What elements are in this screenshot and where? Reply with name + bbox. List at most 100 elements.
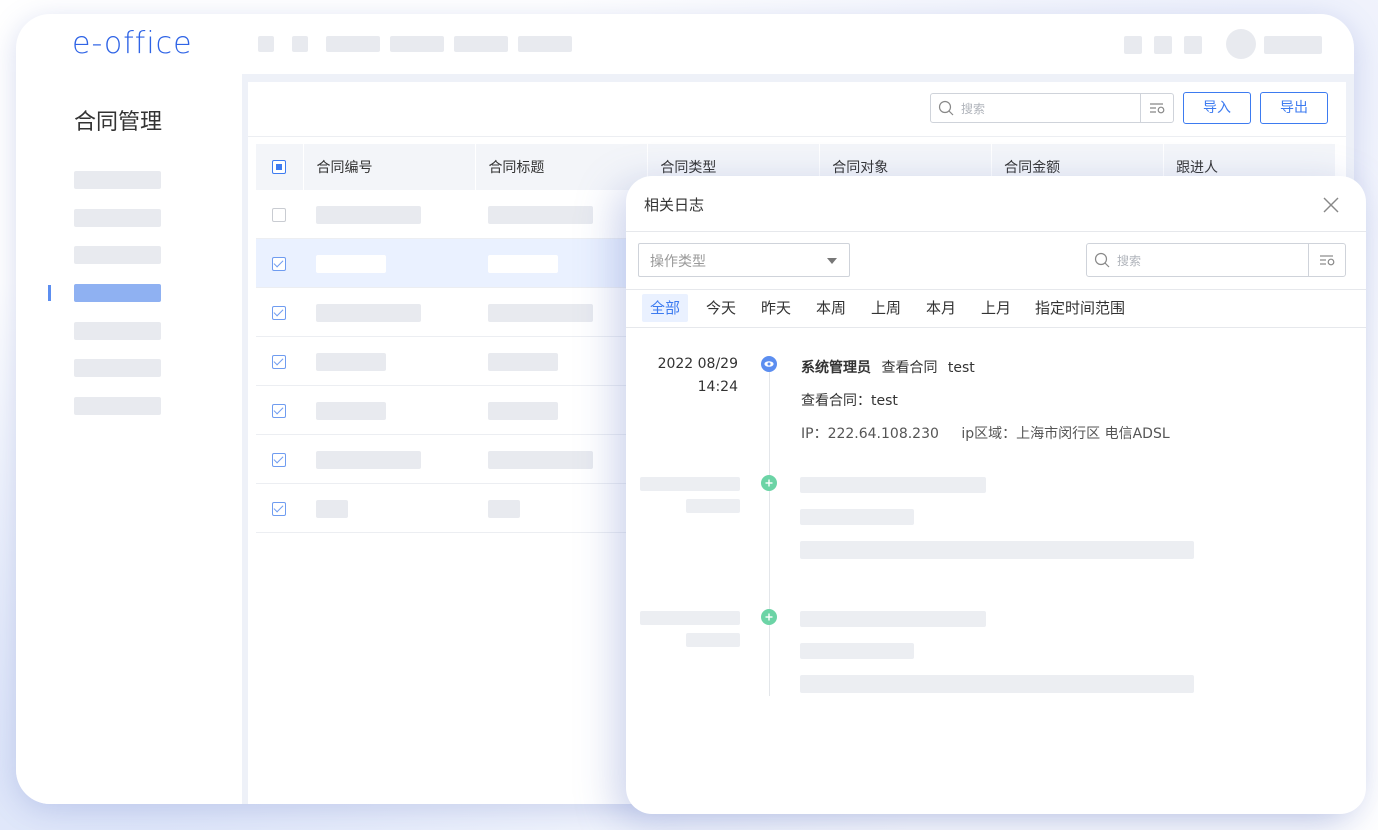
cell-placeholder [315, 303, 421, 322]
log-placeholder [800, 675, 1194, 693]
cell-placeholder [315, 205, 421, 224]
date-placeholder [640, 611, 740, 625]
tab-custom-range[interactable]: 指定时间范围 [1030, 294, 1130, 322]
export-button[interactable]: 导出 [1260, 92, 1328, 124]
log-ip-line: IP：222.64.108.230 ip区域：上海市闵行区 电信ADSL [801, 423, 1170, 443]
tab-today[interactable]: 今天 [698, 294, 744, 322]
eye-icon [764, 361, 774, 367]
sidebar-item[interactable] [74, 322, 161, 340]
nav-placeholder[interactable] [518, 36, 572, 52]
header-icon-placeholder[interactable] [1124, 36, 1142, 54]
row-checkbox[interactable] [272, 453, 286, 467]
log-region: ip区域：上海市闵行区 电信ADSL [961, 426, 1170, 442]
tab-all[interactable]: 全部 [642, 294, 688, 322]
cell-placeholder [487, 254, 558, 273]
log-panel: 相关日志 操作类型 搜索 全部 今天 昨天 本周 上周 本月 上月 指定时间范围… [626, 176, 1366, 814]
time-placeholder [686, 499, 740, 513]
log-detail: 查看合同：test [801, 393, 898, 409]
divider [626, 231, 1366, 232]
tab-last-week[interactable]: 上周 [863, 294, 909, 322]
header-icon-placeholder[interactable] [1154, 36, 1172, 54]
sidebar-item-active[interactable] [74, 284, 161, 302]
log-placeholder [800, 477, 986, 493]
plus-icon [765, 479, 773, 487]
log-user: 系统管理员 [801, 360, 871, 376]
nav-placeholder[interactable] [292, 36, 308, 52]
nav-placeholder[interactable] [258, 36, 274, 52]
chevron-down-icon [827, 258, 837, 264]
log-placeholder [800, 541, 1194, 559]
search-input[interactable]: 搜索 [930, 93, 1174, 123]
sidebar-title: 合同管理 [74, 110, 163, 135]
row-checkbox[interactable] [272, 257, 286, 271]
date-placeholder [640, 477, 740, 491]
select-all-checkbox[interactable] [272, 160, 286, 174]
cell-placeholder [315, 352, 386, 371]
close-icon[interactable] [1322, 196, 1340, 214]
cell-placeholder [315, 254, 386, 273]
cell-placeholder [315, 450, 421, 469]
avatar[interactable] [1226, 29, 1256, 59]
log-ip: IP：222.64.108.230 [801, 426, 939, 442]
tab-this-week[interactable]: 本周 [808, 294, 854, 322]
column-header[interactable]: 合同标题 [475, 144, 649, 190]
row-checkbox[interactable] [272, 404, 286, 418]
username-placeholder[interactable] [1264, 36, 1322, 54]
select-value: 操作类型 [650, 254, 706, 270]
select-all-cell [256, 144, 305, 190]
cell-placeholder [315, 401, 386, 420]
sidebar-item[interactable] [74, 171, 161, 189]
divider [626, 327, 1366, 328]
tab-yesterday[interactable]: 昨天 [753, 294, 799, 322]
plus-icon [765, 613, 773, 621]
search-placeholder: 搜索 [1117, 254, 1142, 268]
cell-placeholder [487, 352, 558, 371]
search-placeholder: 搜索 [961, 102, 986, 116]
cell-placeholder [487, 303, 593, 322]
search-icon [1094, 252, 1110, 268]
toolbar: 搜索 导入 导出 [248, 82, 1346, 137]
active-marker [48, 285, 51, 301]
nav-placeholder[interactable] [326, 36, 380, 52]
sidebar-item[interactable] [74, 246, 161, 264]
filter-icon [1320, 255, 1335, 266]
cell-placeholder [487, 499, 520, 518]
row-checkbox[interactable] [272, 355, 286, 369]
log-time: 14:24 [697, 379, 738, 395]
sidebar-item[interactable] [74, 397, 161, 415]
view-dot [761, 356, 777, 372]
row-checkbox[interactable] [272, 306, 286, 320]
filter-button[interactable] [1140, 94, 1173, 122]
filter-button[interactable] [1308, 244, 1345, 276]
tab-this-month[interactable]: 本月 [918, 294, 964, 322]
sidebar: 合同管理 [16, 74, 242, 804]
log-headline: 系统管理员 查看合同 test [801, 357, 975, 377]
add-dot [761, 609, 777, 625]
log-date: 2022 08/29 [657, 356, 738, 372]
cell-placeholder [315, 499, 348, 518]
log-search-input[interactable]: 搜索 [1086, 243, 1346, 277]
sidebar-item[interactable] [74, 359, 161, 377]
search-icon [938, 100, 954, 116]
header-icon-placeholder[interactable] [1184, 36, 1202, 54]
nav-placeholder[interactable] [390, 36, 444, 52]
column-header[interactable]: 合同编号 [303, 144, 477, 190]
panel-title: 相关日志 [644, 196, 705, 214]
log-placeholder [800, 611, 986, 627]
divider [626, 289, 1366, 290]
e-office-logo: e-office [72, 26, 193, 61]
filter-icon [1150, 103, 1165, 114]
operation-type-select[interactable]: 操作类型 [638, 243, 850, 277]
row-checkbox[interactable] [272, 502, 286, 516]
time-placeholder [686, 633, 740, 647]
cell-placeholder [487, 401, 558, 420]
log-placeholder [800, 509, 914, 525]
import-button[interactable]: 导入 [1183, 92, 1251, 124]
tab-last-month[interactable]: 上月 [973, 294, 1019, 322]
sidebar-item[interactable] [74, 209, 161, 227]
row-checkbox[interactable] [272, 208, 286, 222]
top-bar: e-office [16, 14, 1354, 74]
nav-placeholder[interactable] [454, 36, 508, 52]
log-placeholder [800, 643, 914, 659]
cell-placeholder [487, 205, 593, 224]
